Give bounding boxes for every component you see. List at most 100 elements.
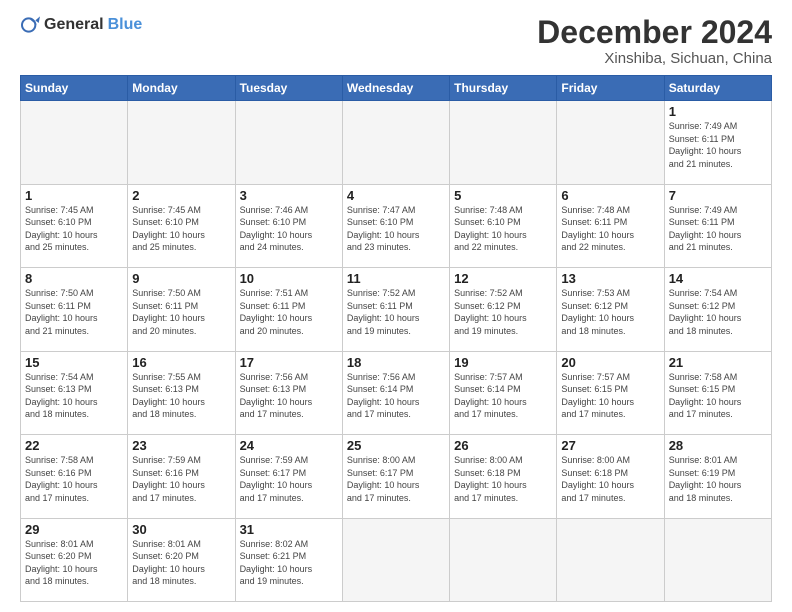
day-number: 23 (132, 438, 230, 453)
day-info: Sunrise: 7:52 AMSunset: 6:11 PMDaylight:… (347, 287, 445, 337)
header-row: SundayMondayTuesdayWednesdayThursdayFrid… (21, 76, 772, 101)
day-info: Sunrise: 7:52 AMSunset: 6:12 PMDaylight:… (454, 287, 552, 337)
logo: GeneralBlue (20, 15, 142, 35)
logo-icon (20, 15, 40, 35)
header: GeneralBlue December 2024 Xinshiba, Sich… (20, 15, 772, 67)
calendar-day-cell (557, 101, 664, 184)
calendar-day-cell: 23Sunrise: 7:59 AMSunset: 6:16 PMDayligh… (128, 435, 235, 518)
location-title: Xinshiba, Sichuan, China (537, 50, 772, 67)
calendar-day-cell (450, 101, 557, 184)
calendar-week-row: 1Sunrise: 7:49 AMSunset: 6:11 PMDaylight… (21, 101, 772, 184)
day-info: Sunrise: 7:48 AMSunset: 6:10 PMDaylight:… (454, 204, 552, 254)
calendar-day-cell: 29Sunrise: 8:01 AMSunset: 6:20 PMDayligh… (21, 518, 128, 601)
logo-general: General (44, 16, 104, 34)
day-of-week-header: Thursday (450, 76, 557, 101)
day-info: Sunrise: 8:00 AMSunset: 6:17 PMDaylight:… (347, 454, 445, 504)
day-number: 25 (347, 438, 445, 453)
day-number: 28 (669, 438, 767, 453)
calendar-day-cell: 21Sunrise: 7:58 AMSunset: 6:15 PMDayligh… (664, 351, 771, 434)
day-of-week-header: Wednesday (342, 76, 449, 101)
calendar-day-cell: 3Sunrise: 7:46 AMSunset: 6:10 PMDaylight… (235, 184, 342, 267)
day-info: Sunrise: 7:58 AMSunset: 6:16 PMDaylight:… (25, 454, 123, 504)
day-number: 15 (25, 355, 123, 370)
calendar-day-cell: 7Sunrise: 7:49 AMSunset: 6:11 PMDaylight… (664, 184, 771, 267)
calendar-day-cell: 5Sunrise: 7:48 AMSunset: 6:10 PMDaylight… (450, 184, 557, 267)
day-number: 24 (240, 438, 338, 453)
day-info: Sunrise: 7:49 AMSunset: 6:11 PMDaylight:… (669, 204, 767, 254)
calendar-day-cell: 2Sunrise: 7:45 AMSunset: 6:10 PMDaylight… (128, 184, 235, 267)
day-number: 8 (25, 271, 123, 286)
calendar-day-cell: 16Sunrise: 7:55 AMSunset: 6:13 PMDayligh… (128, 351, 235, 434)
calendar-day-cell: 4Sunrise: 7:47 AMSunset: 6:10 PMDaylight… (342, 184, 449, 267)
calendar-day-cell (557, 518, 664, 601)
calendar-day-cell: 12Sunrise: 7:52 AMSunset: 6:12 PMDayligh… (450, 268, 557, 351)
calendar-day-cell (342, 101, 449, 184)
calendar-week-row: 8Sunrise: 7:50 AMSunset: 6:11 PMDaylight… (21, 268, 772, 351)
day-info: Sunrise: 7:50 AMSunset: 6:11 PMDaylight:… (25, 287, 123, 337)
calendar-day-cell: 9Sunrise: 7:50 AMSunset: 6:11 PMDaylight… (128, 268, 235, 351)
day-number: 12 (454, 271, 552, 286)
calendar-day-cell: 14Sunrise: 7:54 AMSunset: 6:12 PMDayligh… (664, 268, 771, 351)
day-info: Sunrise: 7:54 AMSunset: 6:12 PMDaylight:… (669, 287, 767, 337)
calendar-day-cell: 30Sunrise: 8:01 AMSunset: 6:20 PMDayligh… (128, 518, 235, 601)
day-number: 4 (347, 188, 445, 203)
page: GeneralBlue December 2024 Xinshiba, Sich… (0, 0, 792, 612)
day-number: 9 (132, 271, 230, 286)
calendar-day-cell: 11Sunrise: 7:52 AMSunset: 6:11 PMDayligh… (342, 268, 449, 351)
day-number: 14 (669, 271, 767, 286)
calendar-day-cell: 8Sunrise: 7:50 AMSunset: 6:11 PMDaylight… (21, 268, 128, 351)
day-of-week-header: Tuesday (235, 76, 342, 101)
day-number: 27 (561, 438, 659, 453)
day-info: Sunrise: 7:54 AMSunset: 6:13 PMDaylight:… (25, 371, 123, 421)
day-number: 19 (454, 355, 552, 370)
calendar-day-cell: 20Sunrise: 7:57 AMSunset: 6:15 PMDayligh… (557, 351, 664, 434)
day-number: 3 (240, 188, 338, 203)
calendar-day-cell (342, 518, 449, 601)
day-info: Sunrise: 7:55 AMSunset: 6:13 PMDaylight:… (132, 371, 230, 421)
day-of-week-header: Monday (128, 76, 235, 101)
calendar-day-cell (664, 518, 771, 601)
calendar-day-cell (450, 518, 557, 601)
day-number: 1 (669, 104, 767, 119)
day-number: 16 (132, 355, 230, 370)
day-number: 17 (240, 355, 338, 370)
day-number: 21 (669, 355, 767, 370)
day-number: 29 (25, 522, 123, 537)
calendar-day-cell: 6Sunrise: 7:48 AMSunset: 6:11 PMDaylight… (557, 184, 664, 267)
calendar-week-row: 15Sunrise: 7:54 AMSunset: 6:13 PMDayligh… (21, 351, 772, 434)
day-info: Sunrise: 8:02 AMSunset: 6:21 PMDaylight:… (240, 538, 338, 588)
calendar-week-row: 29Sunrise: 8:01 AMSunset: 6:20 PMDayligh… (21, 518, 772, 601)
day-info: Sunrise: 8:01 AMSunset: 6:19 PMDaylight:… (669, 454, 767, 504)
calendar-day-cell: 31Sunrise: 8:02 AMSunset: 6:21 PMDayligh… (235, 518, 342, 601)
day-info: Sunrise: 7:59 AMSunset: 6:16 PMDaylight:… (132, 454, 230, 504)
calendar-day-cell (128, 101, 235, 184)
day-info: Sunrise: 7:53 AMSunset: 6:12 PMDaylight:… (561, 287, 659, 337)
day-info: Sunrise: 7:56 AMSunset: 6:14 PMDaylight:… (347, 371, 445, 421)
calendar-header: SundayMondayTuesdayWednesdayThursdayFrid… (21, 76, 772, 101)
calendar-day-cell: 28Sunrise: 8:01 AMSunset: 6:19 PMDayligh… (664, 435, 771, 518)
calendar-day-cell: 22Sunrise: 7:58 AMSunset: 6:16 PMDayligh… (21, 435, 128, 518)
day-info: Sunrise: 7:57 AMSunset: 6:15 PMDaylight:… (561, 371, 659, 421)
day-info: Sunrise: 7:45 AMSunset: 6:10 PMDaylight:… (25, 204, 123, 254)
calendar-day-cell (235, 101, 342, 184)
calendar-day-cell: 15Sunrise: 7:54 AMSunset: 6:13 PMDayligh… (21, 351, 128, 434)
day-number: 6 (561, 188, 659, 203)
day-number: 30 (132, 522, 230, 537)
calendar-day-cell (21, 101, 128, 184)
calendar-day-cell: 25Sunrise: 8:00 AMSunset: 6:17 PMDayligh… (342, 435, 449, 518)
logo-area: GeneralBlue (20, 15, 142, 35)
day-of-week-header: Sunday (21, 76, 128, 101)
day-info: Sunrise: 8:00 AMSunset: 6:18 PMDaylight:… (561, 454, 659, 504)
calendar-week-row: 22Sunrise: 7:58 AMSunset: 6:16 PMDayligh… (21, 435, 772, 518)
calendar-day-cell: 18Sunrise: 7:56 AMSunset: 6:14 PMDayligh… (342, 351, 449, 434)
calendar-day-cell: 27Sunrise: 8:00 AMSunset: 6:18 PMDayligh… (557, 435, 664, 518)
day-info: Sunrise: 7:48 AMSunset: 6:11 PMDaylight:… (561, 204, 659, 254)
calendar-body: 1 Sunrise: 7:49 AMSunset: 6:11 PMDaylight… (21, 101, 772, 602)
day-number: 26 (454, 438, 552, 453)
day-number: 7 (669, 188, 767, 203)
calendar-day-cell: 19Sunrise: 7:57 AMSunset: 6:14 PMDayligh… (450, 351, 557, 434)
day-number: 11 (347, 271, 445, 286)
title-area: December 2024 Xinshiba, Sichuan, China (537, 15, 772, 67)
day-number: 20 (561, 355, 659, 370)
day-number: 1 (25, 188, 123, 203)
